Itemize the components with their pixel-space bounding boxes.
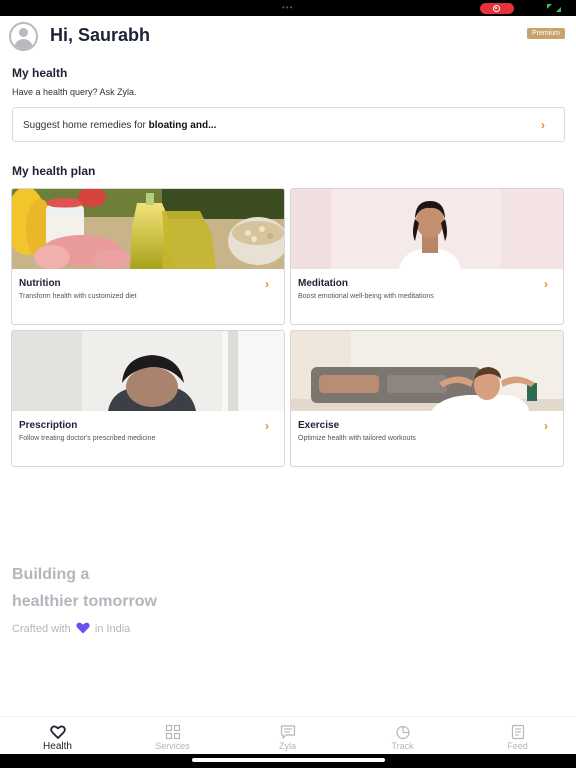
card-title: Nutrition: [19, 278, 61, 289]
tab-health[interactable]: Health: [0, 717, 115, 755]
chevron-right-icon: ›: [544, 419, 548, 433]
chevron-right-icon: ›: [544, 277, 548, 291]
nutrition-card[interactable]: Nutrition Transform health with customiz…: [11, 188, 285, 325]
tab-services[interactable]: Services: [115, 717, 230, 755]
status-bar: •••: [0, 0, 576, 16]
chevron-right-icon: ›: [541, 118, 545, 132]
tagline-line-2: healthier tomorrow: [12, 593, 157, 610]
prescription-card[interactable]: Prescription Follow treating doctor's pr…: [11, 330, 285, 467]
record-icon: [493, 5, 500, 12]
screen-recording-indicator[interactable]: [480, 3, 514, 14]
my-health-subtitle: Have a health query? Ask Zyla.: [12, 87, 137, 97]
premium-badge[interactable]: Premium: [527, 28, 566, 39]
card-title: Exercise: [298, 420, 340, 431]
pie-chart-icon: [396, 725, 410, 740]
query-suggestion: Suggest home remedies for bloating and..…: [23, 120, 217, 131]
home-indicator[interactable]: [192, 758, 385, 762]
exercise-image: [291, 331, 563, 411]
tab-label: Zyla: [278, 741, 296, 751]
card-description: Boost emotional well-being with meditati…: [298, 293, 434, 300]
tagline-line-1: Building a: [12, 566, 90, 583]
avatar[interactable]: [9, 22, 38, 51]
chevron-right-icon: ›: [265, 419, 269, 433]
greeting-title: Hi, Saurabh: [50, 25, 151, 45]
tab-track[interactable]: Track: [345, 717, 460, 755]
tab-label: Feed: [507, 741, 528, 751]
meditation-image: [291, 189, 563, 269]
bottom-tab-bar: Health Services Zyla Track Feed: [0, 716, 576, 754]
card-description: Follow treating doctor's prescribed medi…: [19, 435, 156, 442]
heart-icon: [76, 622, 90, 634]
tab-label: Track: [391, 741, 414, 751]
tab-zyla[interactable]: Zyla: [230, 717, 345, 755]
heart-icon: [50, 725, 66, 739]
document-icon: [511, 724, 525, 740]
meditation-card[interactable]: Meditation Boost emotional well-being wi…: [290, 188, 564, 325]
nutrition-image: [12, 189, 284, 269]
tab-feed[interactable]: Feed: [460, 717, 575, 755]
health-plan-title: My health plan: [12, 164, 96, 178]
app-header: Hi, Saurabh Premium: [0, 16, 576, 56]
home-indicator-bar: [0, 754, 576, 768]
tab-label: Health: [43, 741, 72, 752]
card-description: Optimize health with tailored workouts: [298, 435, 416, 442]
grid-icon: [165, 724, 181, 740]
tab-label: Services: [155, 741, 190, 751]
card-description: Transform health with customized diet: [19, 293, 137, 300]
chat-icon: [280, 725, 296, 739]
my-health-title: My health: [12, 66, 68, 80]
crafted-in-india: Crafted with in India: [12, 622, 131, 635]
card-title: Prescription: [19, 420, 78, 431]
expand-arrows-icon[interactable]: [546, 3, 562, 13]
card-title: Meditation: [298, 278, 348, 289]
status-dots: •••: [282, 3, 294, 12]
prescription-image: [12, 331, 284, 411]
chevron-right-icon: ›: [265, 277, 269, 291]
health-query-card[interactable]: Suggest home remedies for bloating and..…: [12, 107, 565, 142]
exercise-card[interactable]: Exercise Optimize health with tailored w…: [290, 330, 564, 467]
